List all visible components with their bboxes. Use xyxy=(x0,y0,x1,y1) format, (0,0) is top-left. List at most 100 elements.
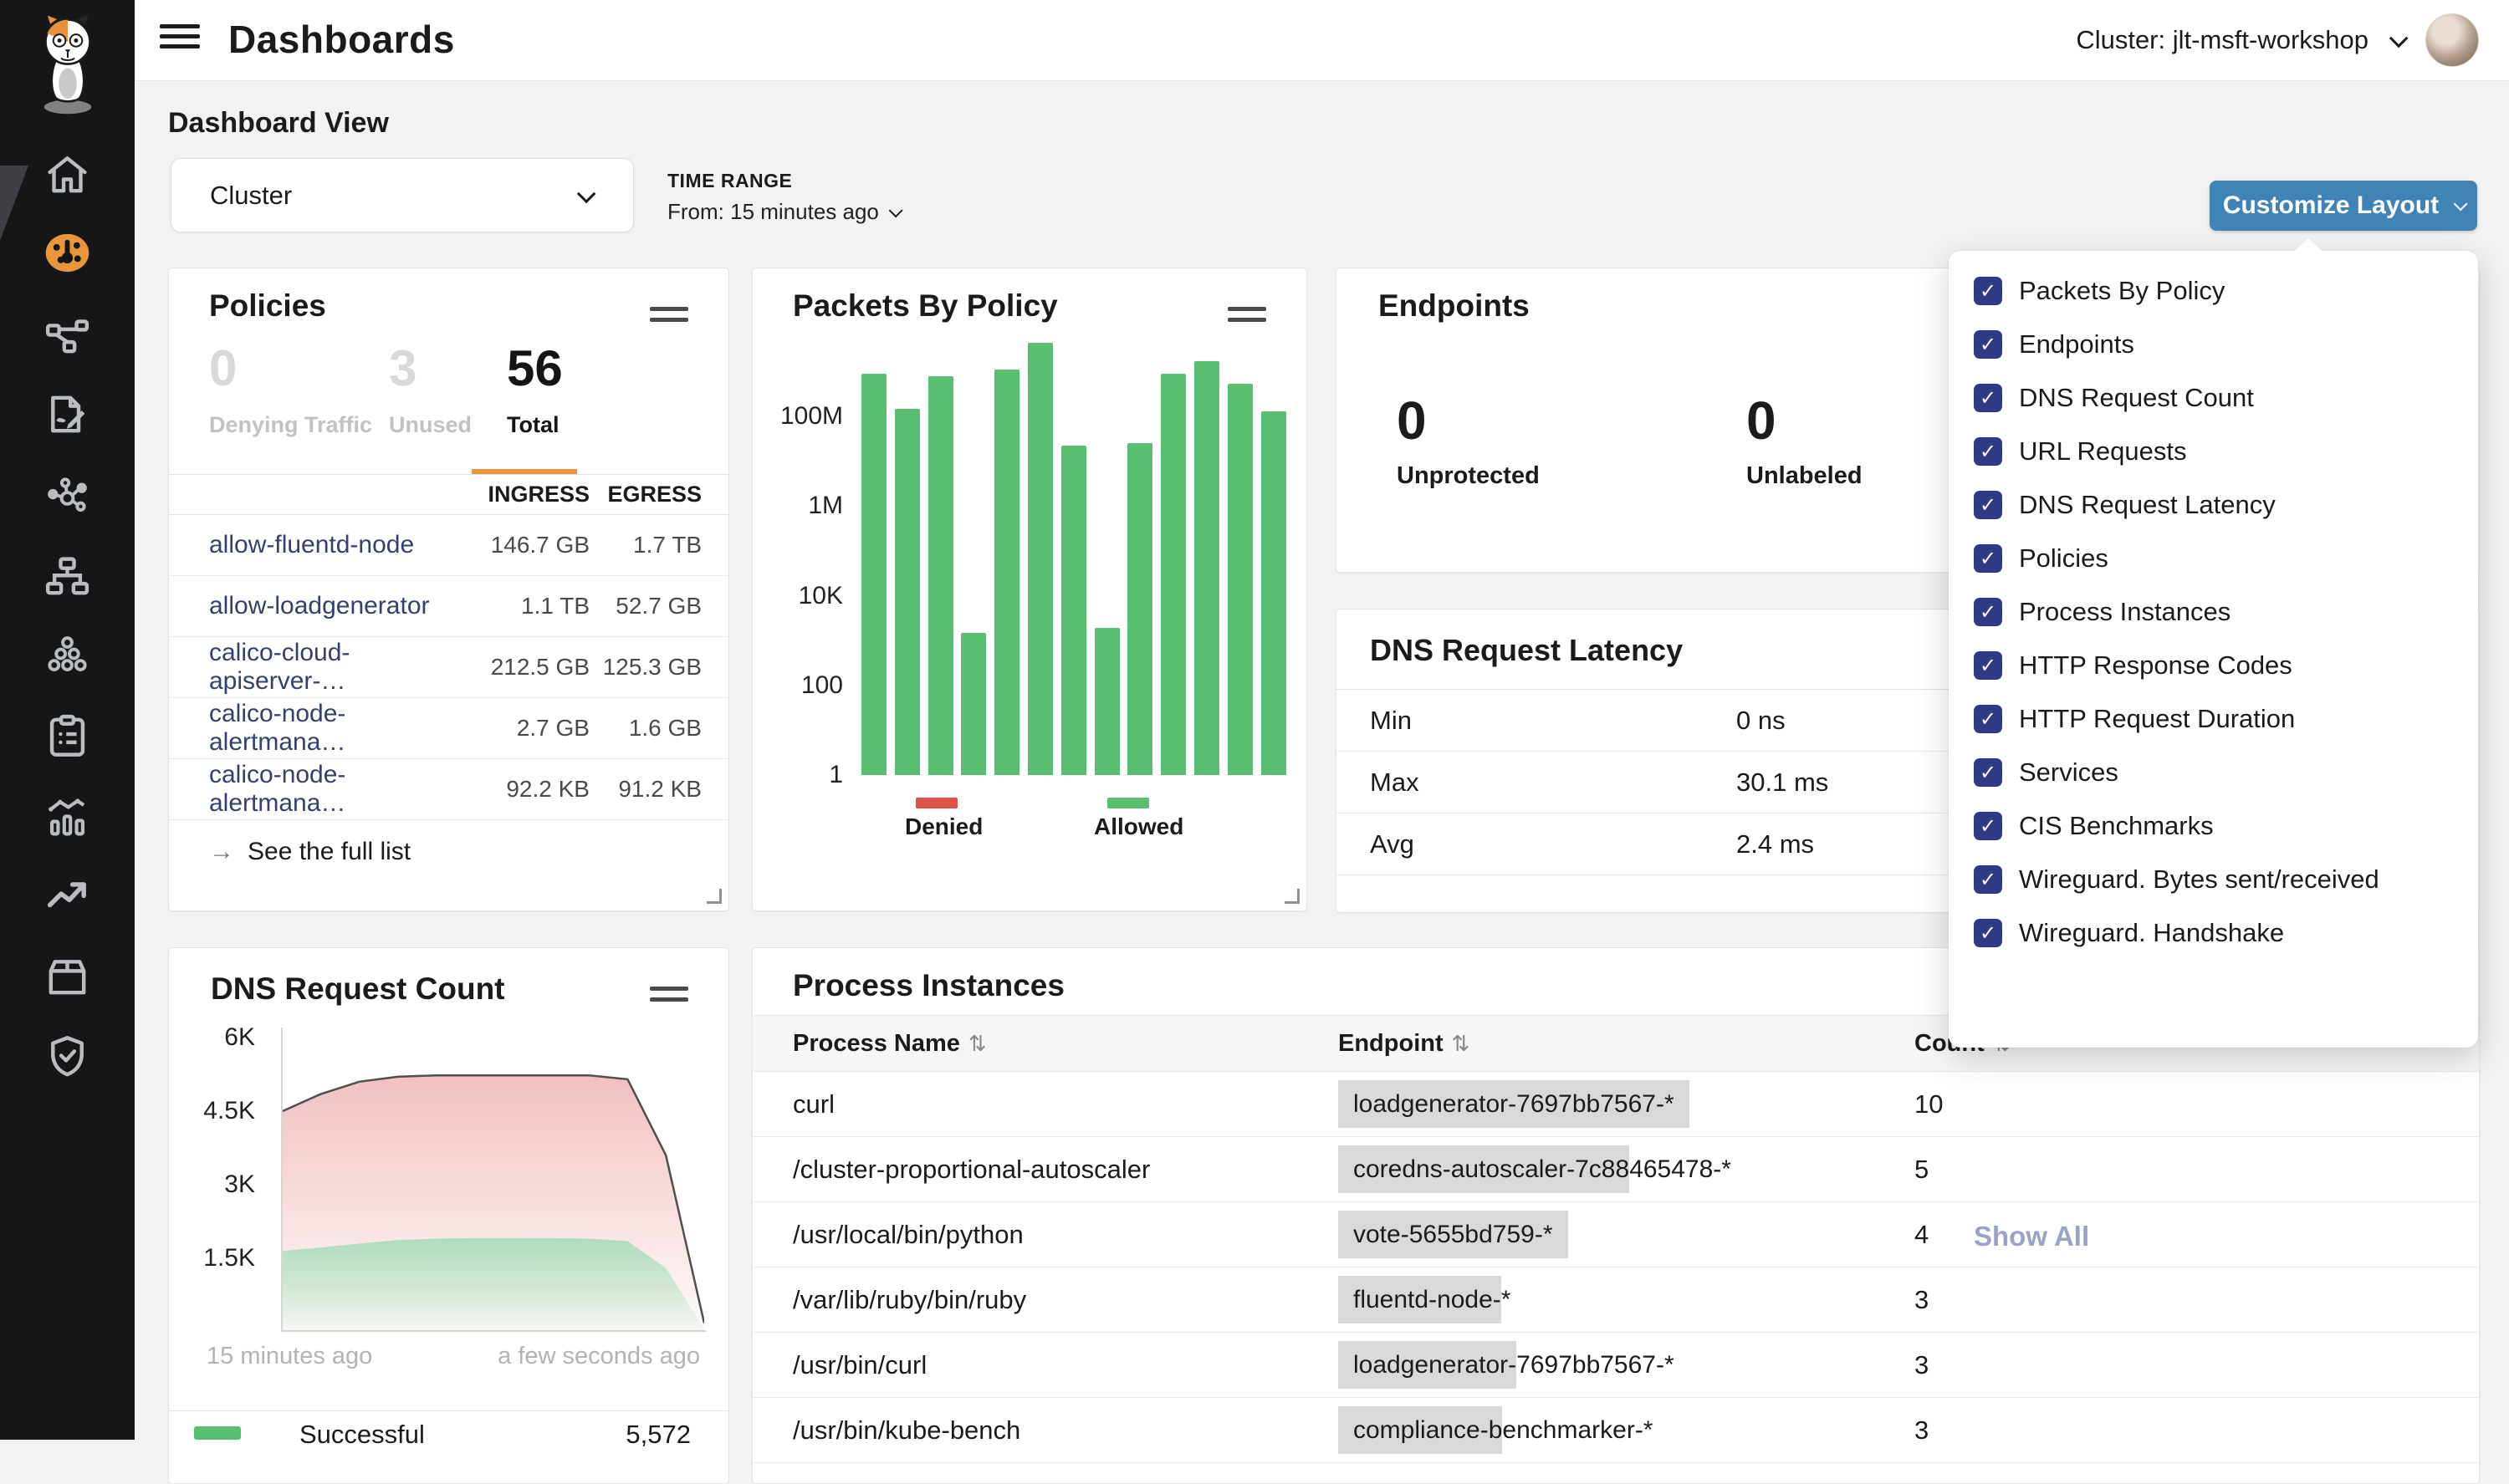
see-full-list-link[interactable]: → See the full list xyxy=(169,820,728,883)
packets-by-policy-card: Packets By Policy 110010K1M100M Denied A… xyxy=(752,268,1307,911)
column-header-egress[interactable]: EGRESS xyxy=(590,482,702,507)
legend-swatch-successful xyxy=(194,1426,241,1440)
menu-icon[interactable] xyxy=(160,24,200,54)
sidebar-item-threat-graph[interactable] xyxy=(43,472,92,521)
layout-menu-item[interactable]: ✓Endpoints xyxy=(1949,318,2478,371)
y-tick-label: 100 xyxy=(759,671,843,701)
customize-layout-button[interactable]: Customize Layout xyxy=(2210,181,2477,231)
endpoint-rest: * xyxy=(1501,1276,1526,1323)
sidebar-item-dashboards[interactable] xyxy=(43,228,92,278)
layout-menu-item[interactable]: ✓Process Instances xyxy=(1949,585,2478,639)
latency-value: 30.1 ms xyxy=(1736,767,1828,798)
checkbox-checked-icon[interactable]: ✓ xyxy=(1974,384,2002,412)
layout-menu-item[interactable]: ✓Services xyxy=(1949,746,2478,799)
checkbox-checked-icon[interactable]: ✓ xyxy=(1974,865,2002,894)
column-header-endpoint[interactable]: Endpoint⇅ xyxy=(1338,1030,1914,1058)
checkbox-checked-icon[interactable]: ✓ xyxy=(1974,437,2002,466)
layout-menu-item[interactable]: ✓Wireguard. Bytes sent/received xyxy=(1949,853,2478,906)
sidebar xyxy=(0,0,135,1440)
process-count: 5 xyxy=(1914,1155,2479,1185)
resize-handle[interactable] xyxy=(1285,889,1300,904)
policy-egress-value: 1.7 TB xyxy=(590,532,702,558)
user-avatar[interactable] xyxy=(2425,13,2479,67)
drag-handle-icon[interactable] xyxy=(650,307,688,329)
policy-table-row: calico-cloud-apiserver-…212.5 GB125.3 GB xyxy=(169,637,728,698)
checkbox-checked-icon[interactable]: ✓ xyxy=(1974,544,2002,573)
policy-ingress-value: 212.5 GB xyxy=(481,654,590,681)
legend-label-allowed[interactable]: Allowed xyxy=(1094,813,1183,840)
checkbox-checked-icon[interactable]: ✓ xyxy=(1974,919,2002,947)
checkbox-checked-icon[interactable]: ✓ xyxy=(1974,330,2002,359)
column-header-ingress[interactable]: INGRESS xyxy=(481,482,590,507)
layout-menu-item[interactable]: ✓DNS Request Count xyxy=(1949,371,2478,425)
policy-name-link[interactable]: calico-node-alertmana… xyxy=(209,761,481,818)
sidebar-item-service-graph[interactable] xyxy=(43,310,92,360)
policy-name-link[interactable]: allow-loadgenerator xyxy=(209,592,481,620)
policy-egress-value: 91.2 KB xyxy=(590,776,702,803)
policy-name-link[interactable]: allow-fluentd-node xyxy=(209,531,481,559)
latency-label: Min xyxy=(1370,706,1736,736)
layout-menu-item-label: Policies xyxy=(2019,543,2108,574)
process-endpoint: loadgenerator-7697bb7567-* xyxy=(1338,1090,1914,1119)
sort-icon: ⇅ xyxy=(1452,1031,1470,1056)
sidebar-item-packages[interactable] xyxy=(43,951,92,1001)
bar-allowed xyxy=(994,370,1019,775)
layout-menu-item[interactable]: ✓URL Requests xyxy=(1949,425,2478,478)
column-header-process-name[interactable]: Process Name⇅ xyxy=(793,1030,1338,1058)
checkbox-checked-icon[interactable]: ✓ xyxy=(1974,277,2002,305)
legend-label-denied[interactable]: Denied xyxy=(905,813,983,840)
layout-menu-item[interactable]: ✓Wireguard. Handshake xyxy=(1949,906,2478,960)
process-table-row: /usr/bin/kube-benchcompliance-benchmarke… xyxy=(753,1398,2479,1463)
sidebar-item-policies[interactable] xyxy=(43,390,92,439)
latency-value: 0 ns xyxy=(1736,706,1786,736)
checkbox-checked-icon[interactable]: ✓ xyxy=(1974,598,2002,626)
drag-handle-icon[interactable] xyxy=(1228,307,1266,329)
show-all-link[interactable]: Show All xyxy=(1974,1221,2089,1252)
layout-menu-item[interactable]: ✓Packets By Policy xyxy=(1949,264,2478,318)
policy-table-row: allow-loadgenerator1.1 TB52.7 GB xyxy=(169,576,728,637)
app-header: Dashboards Cluster: jlt-msft-workshop xyxy=(135,0,2509,81)
policies-stat-tab-total[interactable]: 56Total xyxy=(507,344,563,438)
time-range-value[interactable]: From: 15 minutes ago xyxy=(667,199,899,225)
layout-menu-item[interactable]: ✓HTTP Request Duration xyxy=(1949,692,2478,746)
process-table-row: /usr/bin/curlloadgenerator-7697bb7567-*3 xyxy=(753,1333,2479,1398)
sidebar-item-trends[interactable] xyxy=(43,871,92,920)
drag-handle-icon[interactable] xyxy=(650,987,688,1008)
policy-table-row: calico-node-alertmana…92.2 KB91.2 KB xyxy=(169,759,728,820)
sidebar-item-compliance[interactable] xyxy=(43,711,92,761)
layout-menu-item[interactable]: ✓CIS Benchmarks xyxy=(1949,799,2478,853)
checkbox-checked-icon[interactable]: ✓ xyxy=(1974,758,2002,787)
policy-name-link[interactable]: calico-node-alertmana… xyxy=(209,700,481,757)
sidebar-item-security[interactable] xyxy=(43,1032,92,1081)
chevron-down-icon[interactable] xyxy=(2389,29,2409,48)
resize-handle[interactable] xyxy=(707,889,722,904)
legend-row-successful[interactable]: Successful 5,572 xyxy=(169,1413,728,1483)
layout-menu-item[interactable]: ✓ HTTP Response Codes xyxy=(1949,639,2478,692)
policies-stat-tab-unused[interactable]: 3Unused xyxy=(389,344,472,438)
checkbox-checked-icon[interactable]: ✓ xyxy=(1974,651,2002,680)
sidebar-item-network[interactable] xyxy=(43,552,92,601)
policy-name-link[interactable]: calico-cloud-apiserver-… xyxy=(209,639,481,696)
sidebar-item-metrics[interactable] xyxy=(43,792,92,841)
process-name: curl xyxy=(793,1089,1338,1119)
process-table-row: /var/lib/ruby/bin/rubyfluentd-node-*3 xyxy=(753,1267,2479,1333)
checkbox-checked-icon[interactable]: ✓ xyxy=(1974,705,2002,733)
checkbox-checked-icon[interactable]: ✓ xyxy=(1974,491,2002,519)
legend-swatch-allowed[interactable] xyxy=(1107,798,1149,808)
dashboards-icon xyxy=(43,228,92,278)
calico-cat-logo xyxy=(23,10,112,110)
sidebar-item-clusters[interactable] xyxy=(43,631,92,681)
policies-stat-tab-denying-traffic[interactable]: 0Denying Traffic xyxy=(209,344,372,438)
security-icon xyxy=(43,1032,92,1081)
latency-label: Max xyxy=(1370,767,1736,798)
sidebar-item-home[interactable] xyxy=(43,150,92,199)
cluster-selector[interactable]: Cluster: jlt-msft-workshop xyxy=(2076,25,2368,55)
dropdown-caret xyxy=(2293,238,2323,252)
checkbox-checked-icon[interactable]: ✓ xyxy=(1974,812,2002,840)
layout-menu-item[interactable]: ✓ Policies xyxy=(1949,532,2478,585)
layout-menu-item[interactable]: ✓DNS Request Latency xyxy=(1949,478,2478,532)
layout-menu-item-label: HTTP Response Codes xyxy=(2019,650,2292,681)
legend-swatch-denied[interactable] xyxy=(916,798,958,808)
view-select[interactable]: Cluster xyxy=(171,158,634,232)
process-name: /cluster-proportional-autoscaler xyxy=(793,1155,1338,1185)
